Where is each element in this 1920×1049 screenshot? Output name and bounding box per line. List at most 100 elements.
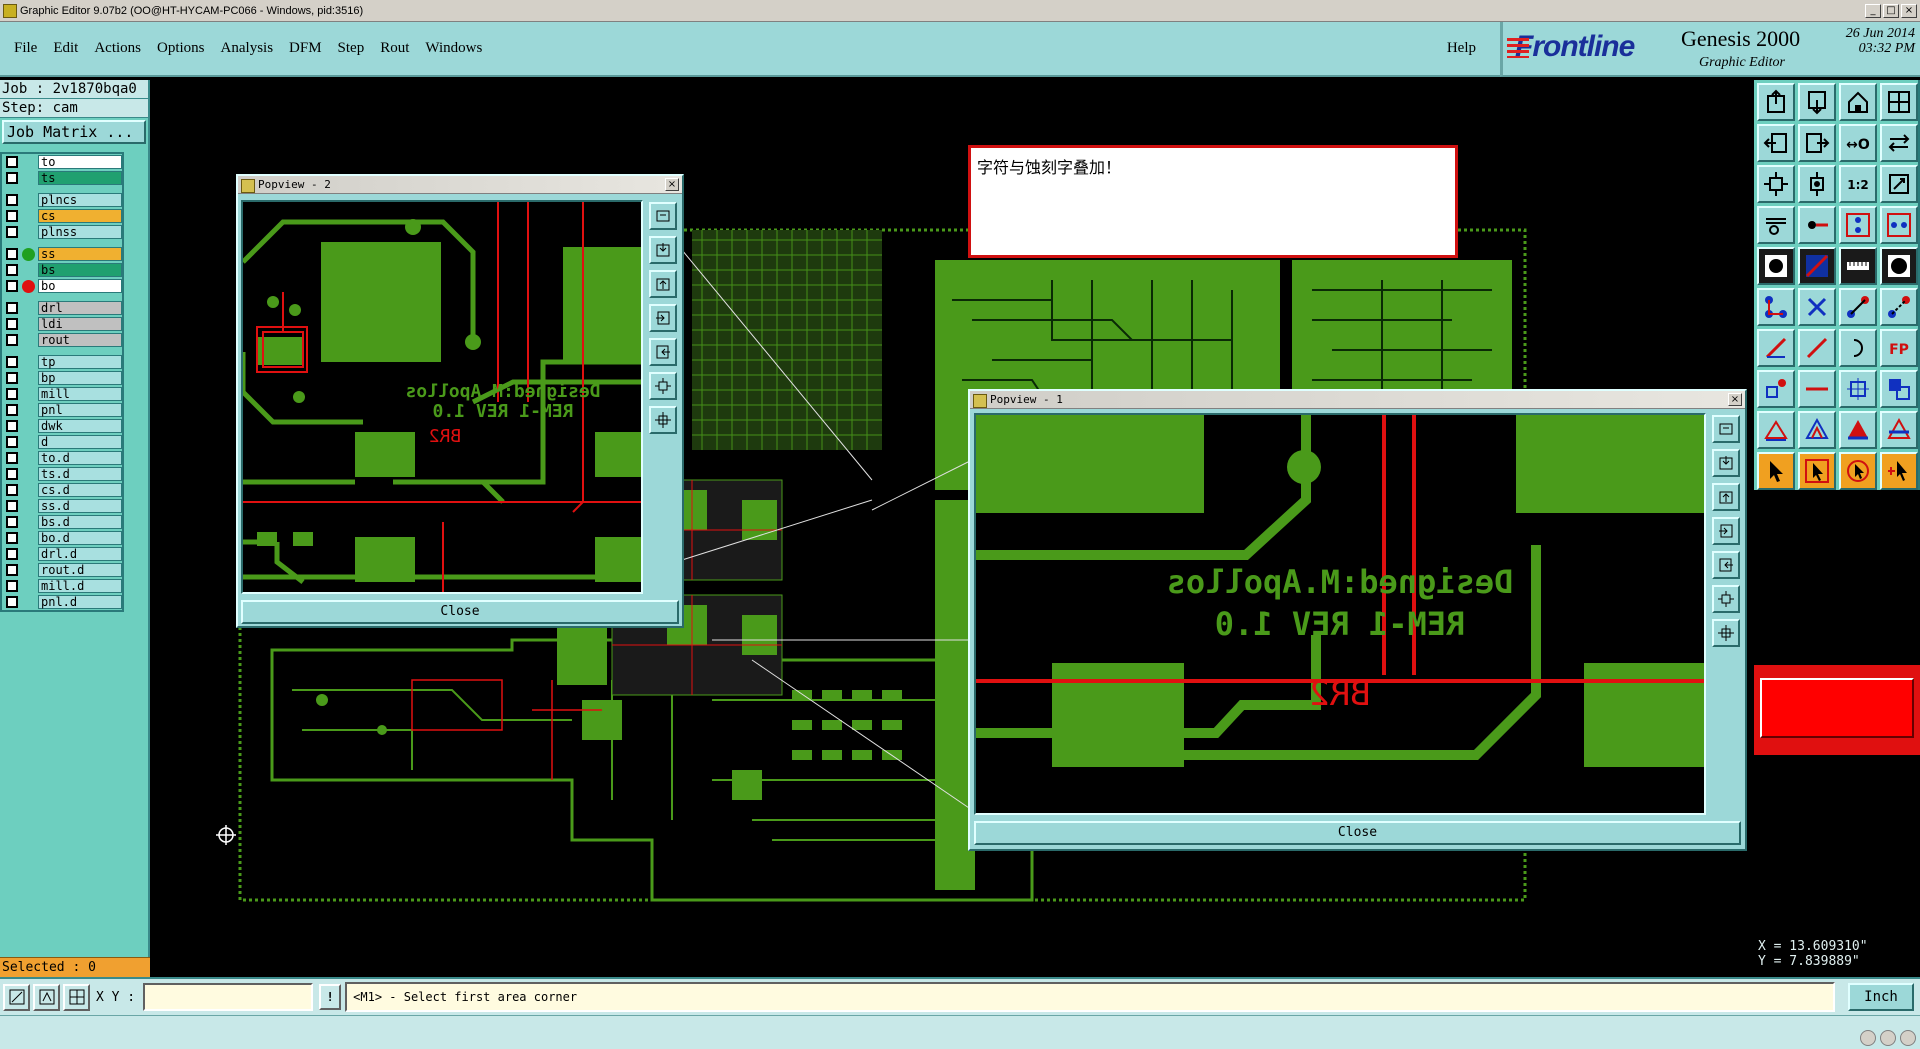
dot-fill-icon[interactable] bbox=[1880, 247, 1918, 285]
layer-name[interactable]: cs bbox=[38, 209, 122, 223]
zoom-left-icon[interactable] bbox=[1757, 124, 1795, 162]
layer-row-to-d[interactable]: to.d bbox=[2, 450, 122, 466]
net-split-icon[interactable] bbox=[1880, 288, 1918, 326]
layer-checkbox[interactable] bbox=[6, 248, 18, 260]
layer-row-pnl[interactable]: pnl bbox=[2, 402, 122, 418]
minimize-button[interactable]: _ bbox=[1865, 3, 1881, 18]
flip-icon[interactable]: ↔O bbox=[1839, 124, 1877, 162]
popview-2-pan-left-icon[interactable] bbox=[649, 304, 677, 332]
text-fp-icon[interactable]: FP bbox=[1880, 329, 1918, 367]
layer-checkbox[interactable] bbox=[6, 468, 18, 480]
layer-name[interactable]: rout.d bbox=[38, 563, 122, 577]
pointer-move-icon[interactable] bbox=[1839, 452, 1877, 490]
pointer-pick-icon[interactable] bbox=[1880, 452, 1918, 490]
menu-rout[interactable]: Rout bbox=[378, 38, 411, 59]
layer-name[interactable]: dwk bbox=[38, 419, 122, 433]
layer-checkbox[interactable] bbox=[6, 318, 18, 330]
popview-1-layer-icon[interactable] bbox=[1712, 415, 1740, 443]
pad-multi-icon[interactable] bbox=[1880, 370, 1918, 408]
layer-name[interactable]: d bbox=[38, 435, 122, 449]
palette-icon[interactable] bbox=[1757, 206, 1795, 244]
menu-dfm[interactable]: DFM bbox=[287, 38, 324, 59]
line-diagonal-icon[interactable] bbox=[1798, 329, 1836, 367]
layer-checkbox[interactable] bbox=[6, 156, 18, 168]
menu-edit[interactable]: Edit bbox=[51, 38, 80, 59]
layer-checkbox[interactable] bbox=[6, 452, 18, 464]
layer-row-mill-d[interactable]: mill.d bbox=[2, 578, 122, 594]
menu-windows[interactable]: Windows bbox=[423, 38, 484, 59]
layer-row-bo[interactable]: bo bbox=[2, 278, 122, 294]
warning-button[interactable]: ! bbox=[319, 984, 342, 1010]
line-horizontal-icon[interactable] bbox=[1798, 370, 1836, 408]
layer-checkbox[interactable] bbox=[6, 302, 18, 314]
layer-checkbox[interactable] bbox=[6, 564, 18, 576]
layer-name[interactable]: ldi bbox=[38, 317, 122, 331]
layer-name[interactable]: drl bbox=[38, 301, 122, 315]
layer-row-plncs[interactable]: plncs bbox=[2, 192, 122, 208]
zoom-right-icon[interactable] bbox=[1798, 124, 1836, 162]
layer-checkbox[interactable] bbox=[6, 420, 18, 432]
layer-row-rout[interactable]: rout bbox=[2, 332, 122, 348]
area-select-icon[interactable] bbox=[3, 983, 30, 1011]
layer-row-bs-d[interactable]: bs.d bbox=[2, 514, 122, 530]
layer-row-dwk[interactable]: dwk bbox=[2, 418, 122, 434]
step-down-icon[interactable] bbox=[1798, 83, 1836, 121]
layer-name[interactable]: ts bbox=[38, 171, 122, 185]
layer-name[interactable]: ss.d bbox=[38, 499, 122, 513]
triangle-blue-icon[interactable] bbox=[1798, 411, 1836, 449]
pointer-select-icon[interactable] bbox=[1798, 452, 1836, 490]
layer-name[interactable]: cs.d bbox=[38, 483, 122, 497]
net-line-icon[interactable] bbox=[1839, 288, 1877, 326]
circle-fill-icon[interactable] bbox=[1757, 247, 1795, 285]
popview-2-zoom-in-icon[interactable] bbox=[649, 236, 677, 264]
popview-1-title[interactable]: Popview - 1 bbox=[970, 391, 1745, 409]
net-cross-icon[interactable] bbox=[1798, 288, 1836, 326]
menu-analysis[interactable]: Analysis bbox=[219, 38, 276, 59]
layer-row-ts[interactable]: ts bbox=[2, 170, 122, 186]
layer-name[interactable]: rout bbox=[38, 333, 122, 347]
layer-name[interactable]: tp bbox=[38, 355, 122, 369]
layer-row-ss-d[interactable]: ss.d bbox=[2, 498, 122, 514]
popview-1-center-icon[interactable] bbox=[1712, 619, 1740, 647]
layer-name[interactable]: bs.d bbox=[38, 515, 122, 529]
ruler-icon[interactable] bbox=[1839, 247, 1877, 285]
measure-red-icon[interactable] bbox=[1798, 206, 1836, 244]
layer-name[interactable]: to.d bbox=[38, 451, 122, 465]
layer-name[interactable]: bo bbox=[38, 279, 122, 293]
layer-row-drl-d[interactable]: drl.d bbox=[2, 546, 122, 562]
home-icon[interactable] bbox=[1839, 83, 1877, 121]
close-window-button[interactable]: × bbox=[1901, 3, 1917, 18]
layer-name[interactable]: ts.d bbox=[38, 467, 122, 481]
popview-1-pan-left-icon[interactable] bbox=[1712, 517, 1740, 545]
pad-pair-icon[interactable] bbox=[1880, 206, 1918, 244]
layer-name[interactable]: mill.d bbox=[38, 579, 122, 593]
layer-checkbox[interactable] bbox=[6, 532, 18, 544]
layer-row-d[interactable]: d bbox=[2, 434, 122, 450]
layer-name[interactable]: drl.d bbox=[38, 547, 122, 561]
zoom-center-icon[interactable] bbox=[1798, 165, 1836, 203]
menu-options[interactable]: Options bbox=[155, 38, 207, 59]
layer-checkbox[interactable] bbox=[6, 436, 18, 448]
layer-checkbox[interactable] bbox=[6, 210, 18, 222]
layer-checkbox[interactable] bbox=[6, 516, 18, 528]
zoom-1-to-2-icon[interactable]: 1:2 bbox=[1839, 165, 1877, 203]
popview-2-pan-right-icon[interactable] bbox=[649, 338, 677, 366]
snap-icon[interactable] bbox=[1880, 165, 1918, 203]
layer-checkbox[interactable] bbox=[6, 226, 18, 238]
tray-settings-icon[interactable] bbox=[1900, 1030, 1916, 1046]
pad-center-icon[interactable] bbox=[1839, 370, 1877, 408]
layer-row-pnl-d[interactable]: pnl.d bbox=[2, 594, 122, 610]
layer-row-ldi[interactable]: ldi bbox=[2, 316, 122, 332]
layer-checkbox[interactable] bbox=[6, 484, 18, 496]
job-matrix-button[interactable]: Job Matrix ... bbox=[2, 120, 146, 144]
triangle-red-icon[interactable] bbox=[1757, 411, 1795, 449]
layer-name[interactable]: mill bbox=[38, 387, 122, 401]
layer-name[interactable]: bp bbox=[38, 371, 122, 385]
layer-name[interactable]: pnl.d bbox=[38, 595, 122, 609]
pointer-icon[interactable] bbox=[1757, 452, 1795, 490]
layer-row-bs[interactable]: bs bbox=[2, 262, 122, 278]
layer-checkbox[interactable] bbox=[6, 500, 18, 512]
net-connect-icon[interactable] bbox=[1757, 288, 1795, 326]
triangle-filled-icon[interactable] bbox=[1839, 411, 1877, 449]
layer-name[interactable]: plnss bbox=[38, 225, 122, 239]
